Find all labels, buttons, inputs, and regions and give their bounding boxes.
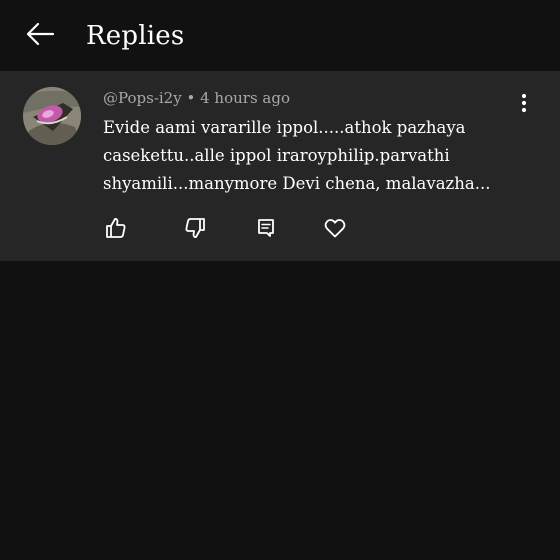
comment-text: Evide aami vararille ippol.....athok paz… [103, 118, 491, 193]
page-title: Replies [86, 21, 185, 51]
header: Replies [0, 0, 560, 71]
heart-icon [323, 216, 347, 240]
dislike-button[interactable] [182, 215, 208, 241]
comment-meta: @Pops-i2y • 4 hours ago [103, 87, 290, 109]
thumbs-up-icon [104, 216, 128, 240]
avatar[interactable] [23, 87, 81, 145]
like-button[interactable] [103, 215, 129, 241]
comment-icon [254, 216, 278, 240]
reply-button[interactable] [253, 215, 279, 241]
arrow-left-icon [25, 22, 55, 50]
thumbs-down-icon [183, 216, 207, 240]
replies-page: Replies @Pops-i2y • 4 hours ago Evide aa… [0, 0, 560, 560]
meta-separator: • [186, 89, 196, 107]
comment-author[interactable]: @Pops-i2y [103, 89, 182, 107]
comment-time: 4 hours ago [200, 89, 291, 107]
comment-card: @Pops-i2y • 4 hours ago Evide aami varar… [0, 71, 560, 261]
heart-button[interactable] [322, 215, 348, 241]
back-button[interactable] [18, 18, 62, 54]
